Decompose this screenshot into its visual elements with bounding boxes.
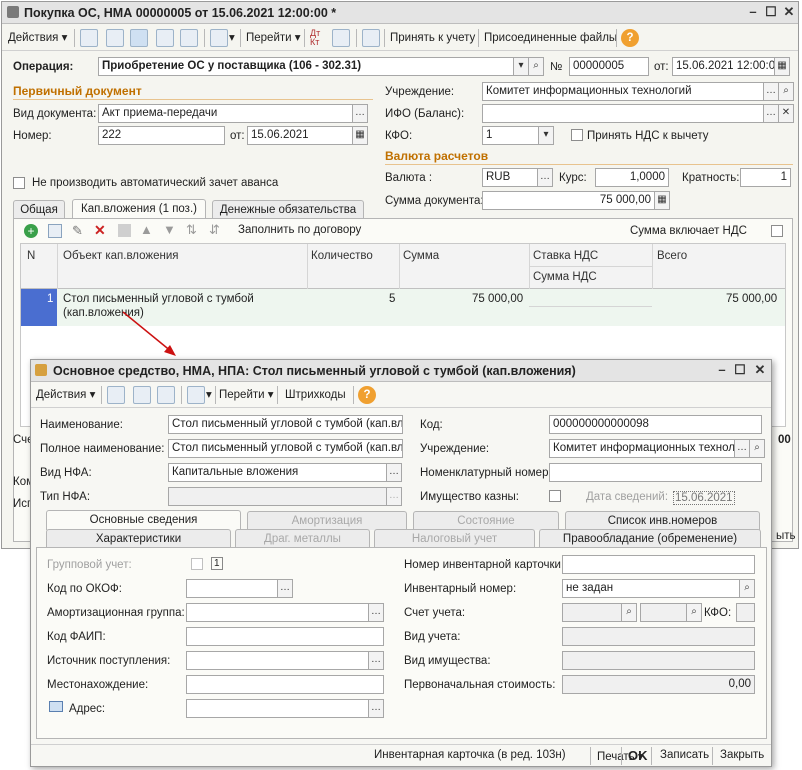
- source-select-icon[interactable]: …: [368, 651, 384, 670]
- okof-field[interactable]: [186, 579, 278, 598]
- address-select-icon[interactable]: …: [368, 699, 384, 718]
- dialog-institution-select-icon[interactable]: …: [734, 439, 750, 458]
- info-date-value[interactable]: 15.06.2021: [673, 491, 735, 505]
- tab-tax-accounting[interactable]: Налоговый учет: [374, 529, 535, 548]
- address-icon[interactable]: [49, 701, 63, 712]
- inv-card-label: Номер инвентарной карточки:: [404, 559, 565, 571]
- inv-number-field[interactable]: не задан: [562, 579, 740, 598]
- dialog-maximize-icon[interactable]: ☐: [733, 363, 747, 377]
- amort-group-select-icon[interactable]: …: [368, 603, 384, 622]
- tab-precious-metals[interactable]: Драг. металлы: [235, 529, 370, 548]
- tab-amortization[interactable]: Амортизация: [247, 511, 407, 530]
- dialog-tab-panel: Групповой учет: 1 Код по ОКОФ: … Амортиз…: [36, 547, 767, 739]
- dialog-move-dropdown[interactable]: ▾: [206, 386, 212, 404]
- inv-card-button[interactable]: Инвентарная карточка (в ред. 103н): [374, 749, 566, 761]
- dialog-help-icon[interactable]: ?: [358, 386, 376, 404]
- dialog-footer: Инвентарная карточка (в ред. 103н) Печат…: [31, 744, 771, 766]
- info-date-label: Дата сведений:: [586, 491, 669, 503]
- nomenclature-label: Номенклатурный номер:: [420, 467, 552, 479]
- group-label: Групповой учет:: [47, 559, 132, 571]
- faip-field[interactable]: [186, 627, 384, 646]
- inv-number-label: Инвентарный номер:: [404, 583, 517, 595]
- account-field-2[interactable]: [640, 603, 687, 622]
- name-label: Наименование:: [40, 419, 123, 431]
- nfa-kind-field[interactable]: Капитальные вложения: [168, 463, 387, 482]
- location-label: Местонахождение:: [47, 679, 149, 691]
- dialog-goto-menu[interactable]: Перейти ▾: [219, 386, 274, 404]
- amort-group-field[interactable]: [186, 603, 369, 622]
- code-label: Код:: [420, 419, 443, 431]
- dialog-copy-icon[interactable]: [157, 386, 175, 404]
- dialog-window: Основное средство, НМА, НПА: Стол письме…: [30, 359, 772, 767]
- nfa-kind-label: Вид НФА:: [40, 467, 92, 479]
- accounting-kind-label: Вид учета:: [404, 631, 461, 643]
- treasury-label: Имущество казны:: [420, 491, 520, 503]
- name-field[interactable]: Стол письменный угловой с тумбой (кап.вл…: [168, 415, 403, 434]
- faip-label: Код ФАИП:: [47, 631, 106, 643]
- dialog-actions-menu[interactable]: Действия ▾: [36, 386, 95, 404]
- dialog-toolbar: Действия ▾ ▾ Перейти ▾ Штрихкоды ?: [31, 382, 771, 408]
- full-name-field[interactable]: Стол письменный угловой с тумбой (кап.вл…: [168, 439, 403, 458]
- tab-state[interactable]: Состояние: [413, 511, 559, 530]
- dialog-close-icon[interactable]: ✕: [753, 363, 767, 377]
- tab-rights[interactable]: Правообладание (обременение): [539, 529, 761, 548]
- tab-main-info[interactable]: Основные сведения: [46, 510, 241, 530]
- okof-label: Код по ОКОФ:: [47, 583, 122, 595]
- group-checkbox[interactable]: [191, 558, 203, 570]
- dialog-kfo-field[interactable]: [736, 603, 755, 622]
- dialog-minimize-icon[interactable]: –: [715, 363, 729, 377]
- nfa-type-field[interactable]: [168, 487, 387, 506]
- group-count: 1: [211, 557, 223, 570]
- account-field-1[interactable]: [562, 603, 622, 622]
- property-kind-field[interactable]: [562, 651, 755, 670]
- inv-card-field[interactable]: [562, 555, 755, 574]
- account-label: Счет учета:: [404, 607, 466, 619]
- nomenclature-field[interactable]: [549, 463, 762, 482]
- property-kind-label: Вид имущества:: [404, 655, 491, 667]
- okof-select-icon[interactable]: …: [277, 579, 293, 598]
- tab-inventory-numbers[interactable]: Список инв.номеров: [565, 511, 760, 530]
- source-field[interactable]: [186, 651, 369, 670]
- treasury-checkbox[interactable]: [549, 490, 561, 502]
- dialog-refresh-icon[interactable]: [133, 386, 151, 404]
- dialog-kfo-label: КФО:: [704, 607, 732, 619]
- source-label: Источник поступления:: [47, 655, 171, 667]
- inv-number-search-icon[interactable]: ⌕: [739, 579, 755, 598]
- barcodes-button[interactable]: Штрихкоды: [285, 386, 346, 404]
- location-field[interactable]: [186, 675, 384, 694]
- tab-characteristics[interactable]: Характеристики: [46, 529, 231, 548]
- dialog-move-icon[interactable]: [187, 386, 205, 404]
- dialog-institution-field[interactable]: Комитет информационных технолог: [549, 439, 735, 458]
- dialog-institution-search-icon[interactable]: ⌕: [749, 439, 765, 458]
- address-field[interactable]: [186, 699, 369, 718]
- dialog-titlebar: Основное средство, НМА, НПА: Стол письме…: [31, 360, 771, 382]
- save-button[interactable]: Записать: [660, 749, 709, 761]
- account-search-icon-2[interactable]: ⌕: [686, 603, 702, 622]
- address-label: Адрес:: [69, 703, 106, 715]
- full-name-label: Полное наименование:: [40, 443, 165, 455]
- code-field[interactable]: 000000000000098: [549, 415, 762, 434]
- ok-button[interactable]: OK: [628, 748, 648, 763]
- accounting-kind-field[interactable]: [562, 627, 755, 646]
- nfa-kind-select-icon[interactable]: …: [386, 463, 402, 482]
- dialog-back-icon[interactable]: [107, 386, 125, 404]
- initial-cost-field[interactable]: 0,00: [562, 675, 755, 694]
- nfa-type-label: Тип НФА:: [40, 491, 91, 503]
- nfa-type-select-icon[interactable]: …: [386, 487, 402, 506]
- initial-cost-label: Первоначальная стоимость:: [404, 679, 556, 691]
- dialog-app-icon: [35, 364, 47, 376]
- amort-group-label: Амортизационная группа:: [47, 607, 185, 619]
- dialog-institution-label: Учреждение:: [420, 443, 490, 455]
- dialog-title: Основное средство, НМА, НПА: Стол письме…: [53, 364, 576, 378]
- close-button[interactable]: Закрыть: [720, 749, 764, 761]
- account-search-icon-1[interactable]: ⌕: [621, 603, 637, 622]
